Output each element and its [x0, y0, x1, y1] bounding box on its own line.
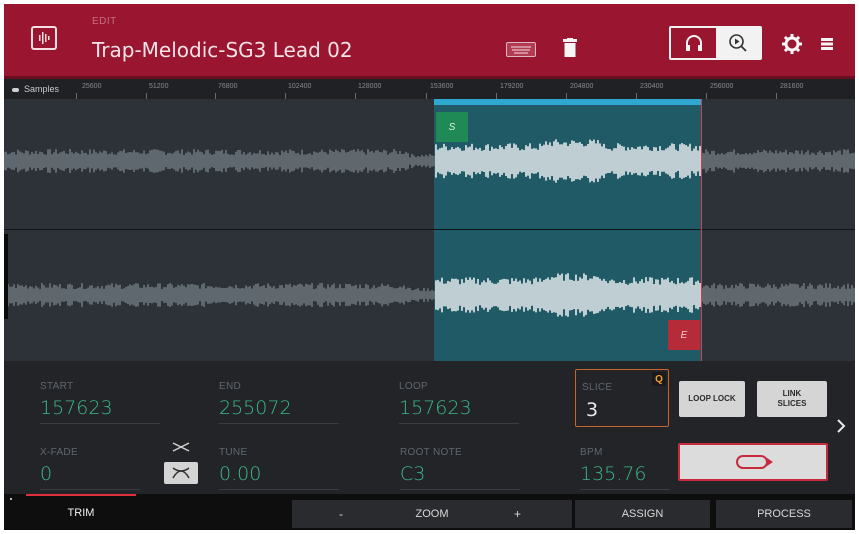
stack-icon[interactable]: [820, 37, 834, 56]
ruler-tick: 281600: [780, 83, 804, 90]
field-underline: [400, 489, 520, 490]
waveform-area[interactable]: S E: [4, 99, 855, 361]
bpm-label: BPM: [580, 447, 603, 458]
loop-icon: [736, 455, 773, 469]
end-line: [701, 99, 702, 361]
root-note-value[interactable]: C3: [400, 463, 425, 485]
field-underline: [219, 489, 339, 490]
link-slices-button[interactable]: LINK SLICES: [757, 381, 827, 417]
loop-mode-button[interactable]: [678, 443, 828, 481]
link-slices-label-1: LINK: [782, 389, 802, 398]
curved-crossfade-icon[interactable]: [164, 462, 198, 484]
loop-lock-button[interactable]: LOOP LOCK: [679, 381, 745, 417]
chevron-right-icon[interactable]: [836, 418, 846, 439]
end-value[interactable]: 255072: [219, 397, 292, 419]
bpm-value[interactable]: 135.76: [580, 463, 646, 485]
scroll-handle[interactable]: [4, 234, 8, 319]
ruler-tick: 25600: [82, 83, 102, 90]
ruler-tick: 179200: [500, 83, 524, 90]
ruler-tick: 76800: [218, 83, 238, 90]
mode-page-dots: [72, 523, 84, 530]
link-slices-label-2: SLICES: [777, 399, 807, 408]
linear-crossfade-icon[interactable]: [162, 438, 200, 456]
ruler-tick: 51200: [149, 83, 169, 90]
waveform-app-icon[interactable]: [31, 26, 57, 50]
field-underline: [40, 489, 140, 490]
slice-value: 3: [586, 399, 599, 421]
field-underline: [40, 423, 160, 424]
field-underline: [399, 423, 519, 424]
root-note-label: ROOT NOTE: [400, 447, 462, 458]
ruler-tick: 102400: [288, 83, 312, 90]
page-dot: [10, 498, 12, 500]
assign-button[interactable]: ASSIGN: [575, 500, 710, 528]
loop-label: LOOP: [399, 381, 428, 392]
ruler-tick: 128000: [358, 83, 382, 90]
loop-value[interactable]: 157623: [399, 397, 472, 419]
ruler-tick: 256000: [710, 83, 734, 90]
sample-title[interactable]: Trap-Melodic-SG3 Lead 02: [92, 38, 353, 62]
ruler-tick: 153600: [430, 83, 454, 90]
start-label: START: [40, 381, 74, 392]
xfade-value[interactable]: 0: [40, 463, 52, 485]
process-button[interactable]: PROCESS: [716, 500, 852, 528]
header-bar: EDIT Trap-Melodic-SG3 Lead 02: [4, 4, 855, 76]
q-link-badge: Q: [652, 372, 666, 386]
audition-mode-toggle: [669, 26, 762, 60]
ruler-tick: 204800: [570, 83, 594, 90]
function-button-bar: TRIM ZOOM - + ASSIGN PROCESS: [4, 494, 855, 530]
sample-ruler[interactable]: Samples 25600 51200 76800 102400 128000 …: [4, 79, 855, 99]
field-underline: [580, 489, 670, 490]
field-underline: [219, 423, 339, 424]
headphone-icon[interactable]: [671, 28, 716, 58]
sample-edit-screen: EDIT Trap-Melodic-SG3 Lead 02 Samples 25…: [4, 4, 855, 530]
start-value[interactable]: 157623: [40, 397, 113, 419]
slice-label: SLICE: [582, 382, 613, 393]
slice-field[interactable]: SLICE Q 3: [575, 369, 669, 427]
zoom-in-button[interactable]: +: [514, 507, 521, 521]
xfade-shape-selector: [162, 434, 200, 488]
tune-value[interactable]: 0.00: [219, 463, 261, 485]
waveform-display: [4, 139, 855, 317]
zoom-control: ZOOM - +: [292, 500, 572, 528]
zoom-label: ZOOM: [415, 508, 449, 520]
parameter-panel: START 157623 END 255072 LOOP 157623 SLIC…: [4, 361, 855, 494]
channel-divider: [4, 229, 855, 230]
play-search-icon[interactable]: [716, 28, 760, 58]
start-marker[interactable]: S: [436, 112, 468, 142]
xfade-label: X-FADE: [40, 447, 78, 458]
gear-icon[interactable]: [781, 33, 803, 60]
end-label: END: [219, 381, 242, 392]
trash-icon[interactable]: [562, 38, 578, 63]
ruler-unit-label: Samples: [12, 84, 59, 94]
zoom-out-button[interactable]: -: [339, 507, 343, 521]
ruler-tick: 230400: [640, 83, 664, 90]
header-subtitle: EDIT: [92, 16, 117, 27]
end-marker[interactable]: E: [668, 320, 700, 350]
tune-label: TUNE: [219, 447, 248, 458]
keyboard-icon[interactable]: [506, 42, 536, 57]
